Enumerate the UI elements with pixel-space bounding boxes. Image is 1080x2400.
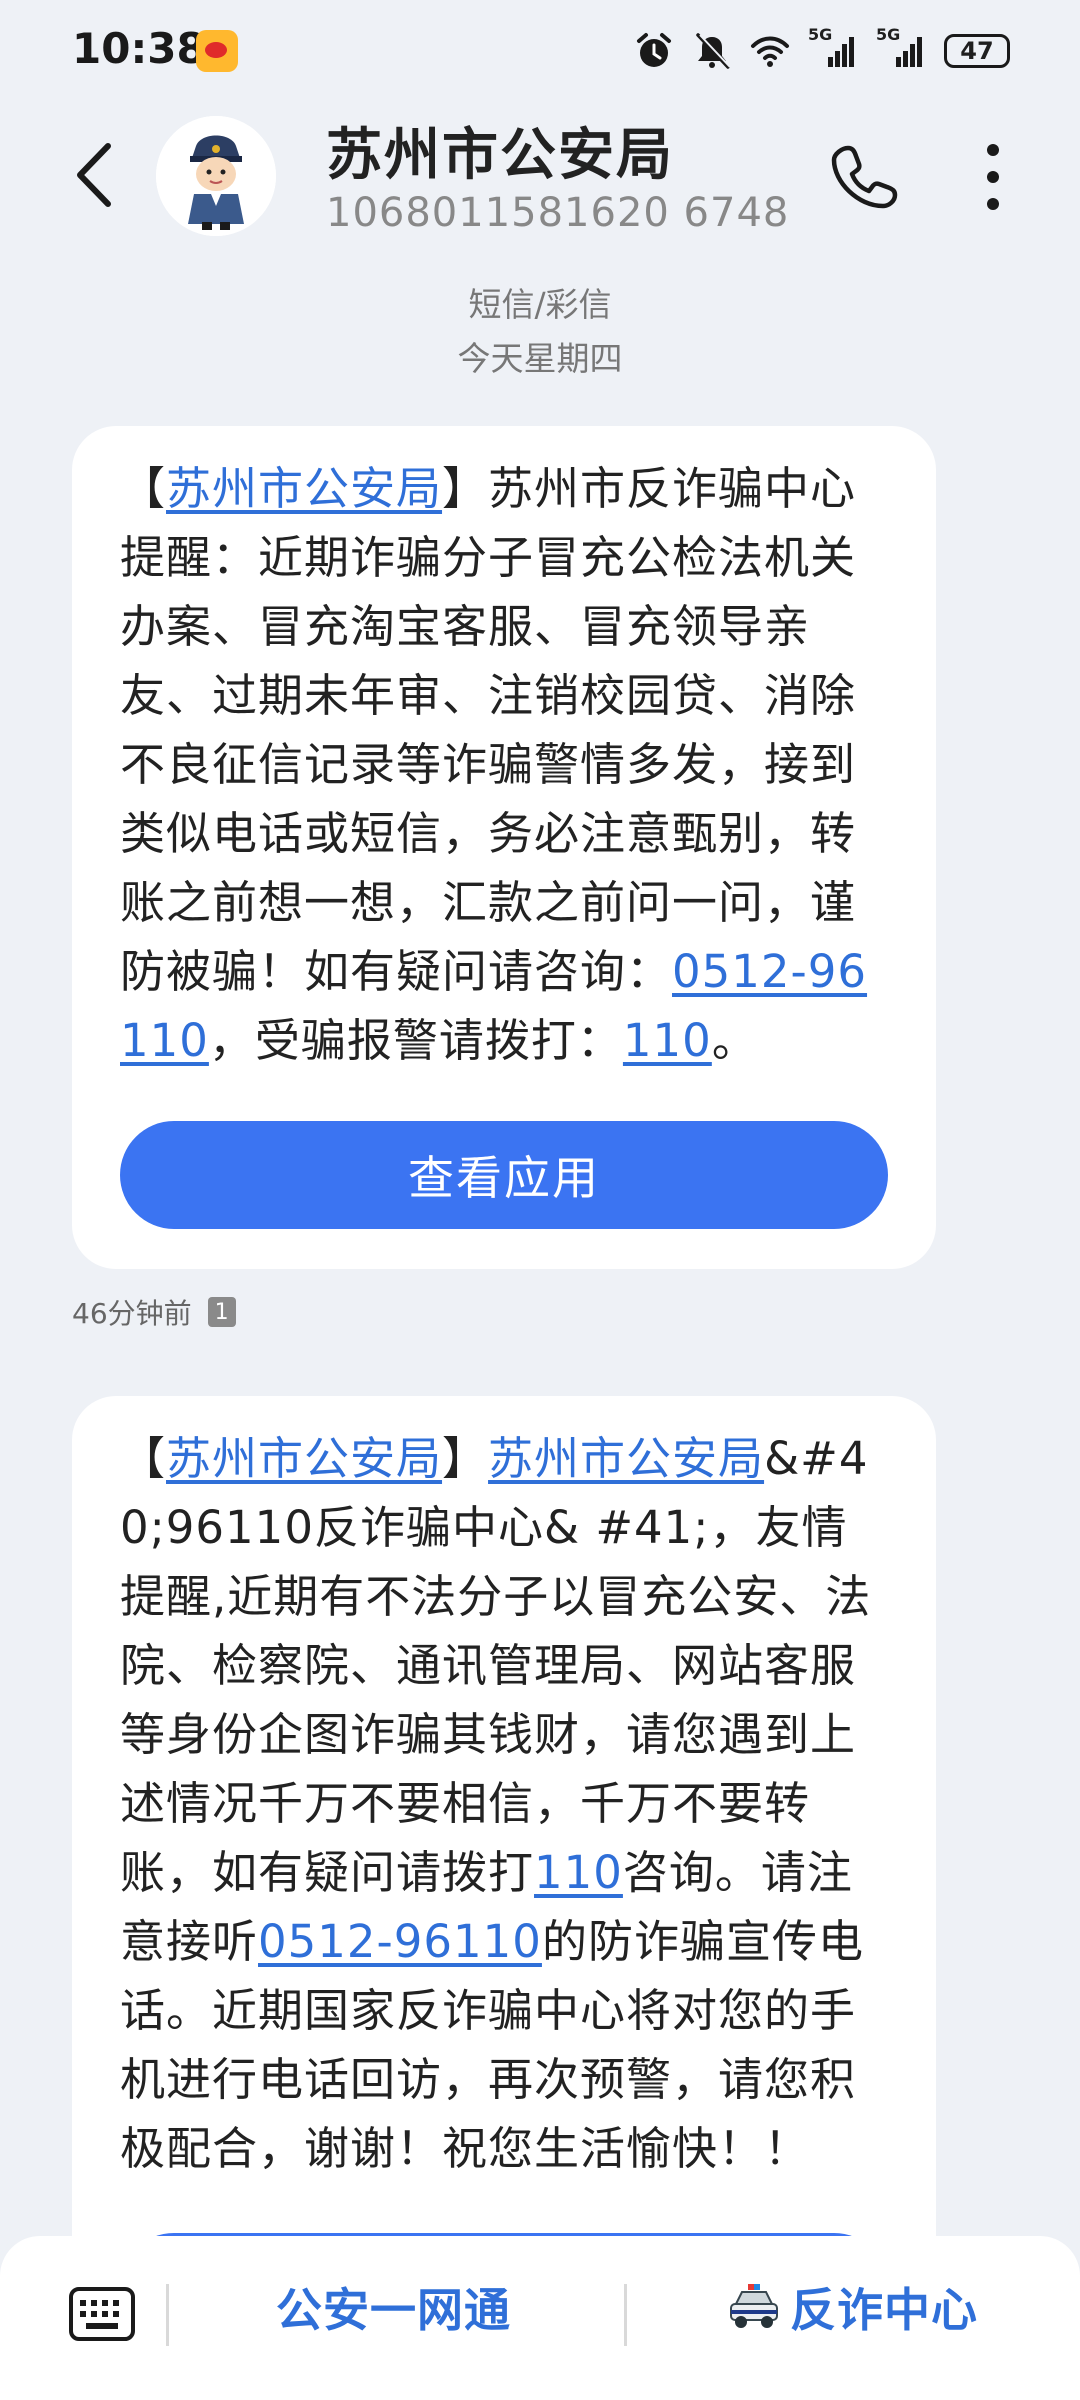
- back-button[interactable]: [70, 140, 120, 210]
- menu-gongan-yiwangtong[interactable]: 公安一网通: [276, 2274, 511, 2340]
- mute-icon: [696, 33, 731, 69]
- message-bubble-2[interactable]: 【苏州市公安局】苏州市公安局&#40;96110反诈骗中心& #41;，友情提醒…: [72, 1396, 936, 2341]
- bottom-menu-bar: 公安一网通 反诈中心: [0, 2236, 1080, 2400]
- wifi-icon: [751, 36, 789, 67]
- weibo-notification-icon: [196, 30, 238, 72]
- sender-link[interactable]: 苏州市公安局: [166, 1432, 442, 1485]
- status-icons: 5G 5G 47: [634, 25, 1010, 76]
- sender-link-2[interactable]: 苏州市公安局: [488, 1432, 764, 1485]
- message-bubble-1[interactable]: 【苏州市公安局】苏州市反诈骗中心提醒：近期诈骗分子冒充公检法机关办案、冒充淘宝客…: [72, 426, 936, 1269]
- message-timestamp: 46分钟前 1: [72, 1292, 236, 1332]
- divider: [166, 2284, 169, 2346]
- phone-number-link[interactable]: 0512-96110: [258, 1915, 542, 1968]
- signal-1-icon: 5G: [808, 25, 858, 71]
- phone-call-button[interactable]: [830, 140, 900, 210]
- status-bar: 10:38 5G 5G 47: [0, 0, 1080, 100]
- message-text: 【苏州市公安局】苏州市公安局&#40;96110反诈骗中心& #41;，友情提醒…: [120, 1432, 872, 2175]
- battery-icon: 47: [944, 34, 1010, 68]
- divider: [624, 2284, 627, 2346]
- emergency-number-link[interactable]: 110: [534, 1846, 623, 1899]
- message-channel-label: 短信/彩信: [468, 285, 612, 324]
- sender-link[interactable]: 苏州市公安局: [166, 462, 442, 515]
- alarm-icon: [637, 33, 671, 67]
- status-time: 10:38: [72, 24, 206, 73]
- message-text: 【苏州市公安局】苏州市反诈骗中心提醒：近期诈骗分子冒充公检法机关办案、冒充淘宝客…: [120, 462, 868, 1067]
- keyboard-toggle-button[interactable]: [68, 2286, 136, 2342]
- thread-date: 今天星期四: [457, 339, 623, 378]
- contact-avatar[interactable]: [156, 116, 276, 236]
- view-app-button[interactable]: 查看应用: [120, 1121, 888, 1229]
- contact-name: 苏州市公安局: [326, 123, 674, 188]
- emergency-number-link[interactable]: 110: [623, 1014, 712, 1067]
- police-avatar-icon: [156, 116, 276, 236]
- more-options-button[interactable]: [968, 140, 1018, 214]
- conversation-header: 苏州市公安局 1068011581620 6748: [0, 100, 1080, 270]
- police-car-icon: [730, 2284, 778, 2328]
- contact-number: 1068011581620 6748: [326, 190, 790, 236]
- menu-anti-fraud-center[interactable]: 反诈中心: [728, 2274, 978, 2340]
- sim-card-icon: 1: [207, 1297, 236, 1327]
- signal-2-icon: 5G: [876, 25, 926, 71]
